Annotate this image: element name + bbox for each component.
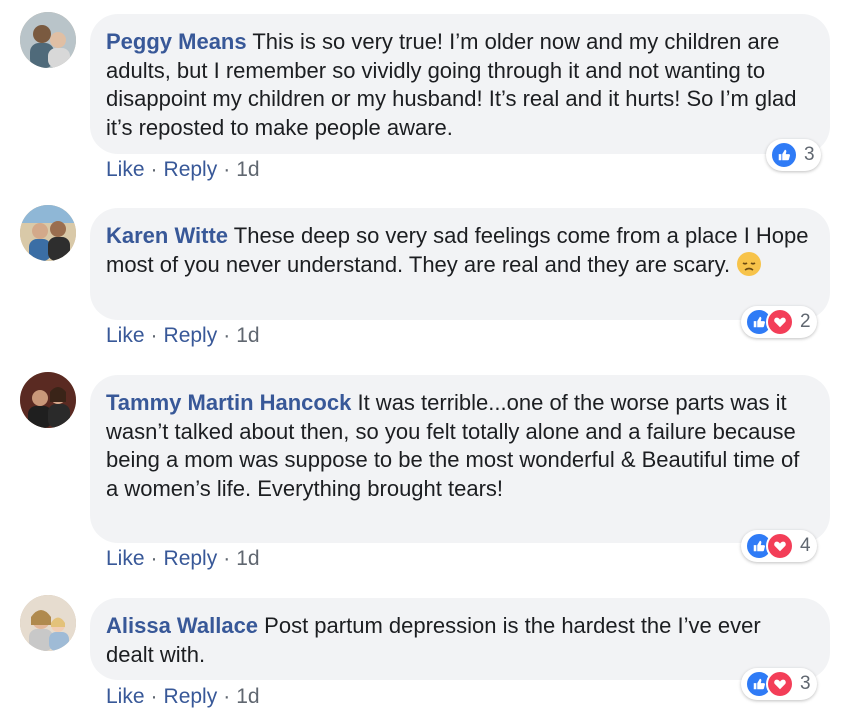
avatar-photo xyxy=(20,12,76,68)
separator-dot: · xyxy=(150,547,158,570)
avatar[interactable] xyxy=(20,12,76,68)
avatar[interactable] xyxy=(20,372,76,428)
comment-bubble: Karen Witte These deep so very sad feeli… xyxy=(90,208,830,320)
separator-dot: · xyxy=(150,324,158,347)
reaction-summary[interactable]: 3 xyxy=(741,668,817,700)
comment-actions: Like · Reply · 1d xyxy=(106,685,260,709)
love-reaction-icon xyxy=(766,670,794,698)
comment-author[interactable]: Peggy Means xyxy=(106,29,247,54)
timestamp[interactable]: 1d xyxy=(236,547,259,570)
separator-dot: · xyxy=(223,324,231,347)
like-link[interactable]: Like xyxy=(106,685,145,708)
reaction-count: 3 xyxy=(800,673,811,694)
timestamp[interactable]: 1d xyxy=(236,685,259,708)
comment-bubble: Tammy Martin Hancock It was terrible...o… xyxy=(90,375,830,543)
separator-dot: · xyxy=(223,547,231,570)
comment-actions: Like · Reply · 1d xyxy=(106,547,260,571)
separator-dot: · xyxy=(223,685,231,708)
like-link[interactable]: Like xyxy=(106,158,145,181)
comment-author[interactable]: Alissa Wallace xyxy=(106,613,258,638)
like-link[interactable]: Like xyxy=(106,547,145,570)
avatar-photo xyxy=(20,205,76,261)
comment-author[interactable]: Karen Witte xyxy=(106,223,228,248)
reaction-summary[interactable]: 3 xyxy=(766,139,821,171)
reaction-count: 2 xyxy=(800,311,811,332)
reaction-summary[interactable]: 2 xyxy=(741,306,817,338)
love-reaction-icon xyxy=(766,308,794,336)
timestamp[interactable]: 1d xyxy=(236,158,259,181)
reaction-count: 3 xyxy=(804,144,815,165)
avatar[interactable] xyxy=(20,595,76,651)
reply-link[interactable]: Reply xyxy=(164,158,218,181)
reply-link[interactable]: Reply xyxy=(164,324,218,347)
comment-actions: Like · Reply · 1d xyxy=(106,324,260,348)
timestamp[interactable]: 1d xyxy=(236,324,259,347)
comment-actions: Like · Reply · 1d xyxy=(106,158,260,182)
comment-bubble: Alissa Wallace Post partum depression is… xyxy=(90,598,830,680)
separator-dot: · xyxy=(223,158,231,181)
love-reaction-icon xyxy=(766,532,794,560)
reply-link[interactable]: Reply xyxy=(164,685,218,708)
like-reaction-icon xyxy=(770,141,798,169)
comment-bubble: Peggy Means This is so very true! I’m ol… xyxy=(90,14,830,154)
avatar-photo xyxy=(20,372,76,428)
like-link[interactable]: Like xyxy=(106,324,145,347)
reaction-count: 4 xyxy=(800,535,811,556)
disappointed-face-emoji-icon xyxy=(737,251,762,276)
reaction-summary[interactable]: 4 xyxy=(741,530,817,562)
avatar-photo xyxy=(20,595,76,651)
separator-dot: · xyxy=(150,158,158,181)
reply-link[interactable]: Reply xyxy=(164,547,218,570)
separator-dot: · xyxy=(150,685,158,708)
avatar[interactable] xyxy=(20,205,76,261)
comment-author[interactable]: Tammy Martin Hancock xyxy=(106,390,351,415)
